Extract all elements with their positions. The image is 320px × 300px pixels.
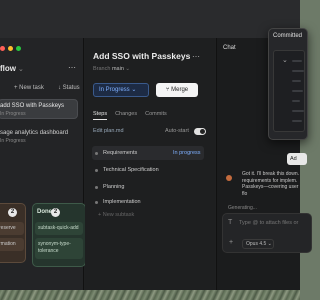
popover-title: Committed <box>273 33 303 39</box>
new-subtask-button[interactable]: + New subtask <box>98 212 134 218</box>
column-count-badge: 2 <box>8 208 17 217</box>
commit-line <box>292 90 303 92</box>
commit-line <box>292 70 304 72</box>
window-controls <box>0 46 21 51</box>
column-count-badge: 2 <box>51 208 60 217</box>
plan-step[interactable]: Planning <box>103 184 124 190</box>
auto-start-label: Auto-start <box>165 128 189 134</box>
tab-changes[interactable]: Changes <box>115 111 137 120</box>
status-label: In Progress <box>99 87 130 93</box>
commit-line <box>292 100 300 102</box>
chevron-down-icon[interactable]: ⌄ <box>282 56 288 64</box>
edit-plan-link[interactable]: Edit plan.md <box>93 128 124 134</box>
status-dropdown-button[interactable]: In Progress ⌄ <box>93 83 149 97</box>
commit-line <box>292 60 302 62</box>
step-dot-icon <box>95 152 98 155</box>
task-title: add SSO with Passkeys <box>0 103 65 109</box>
workspace-title[interactable]: flow <box>0 64 16 73</box>
kanban-card[interactable]: subtask-quick-add <box>35 222 83 235</box>
close-window-dot[interactable] <box>0 46 5 51</box>
more-options-icon[interactable]: ⋯ <box>192 52 200 61</box>
step-status: In progress <box>173 150 201 156</box>
plan-step[interactable]: Requirements <box>103 150 137 156</box>
task-status: In Progress <box>0 111 26 117</box>
more-options-icon[interactable]: ⋯ <box>68 63 76 72</box>
model-selector[interactable]: Opus 4.5 ⌄ <box>242 239 274 249</box>
kanban-card[interactable]: reserve <box>0 222 24 235</box>
task-detail-pane <box>85 38 215 290</box>
column-title: Done <box>37 209 52 215</box>
add-attachment-icon[interactable]: + <box>229 239 233 246</box>
plan-step[interactable]: Implementation <box>103 199 141 205</box>
chevron-down-icon[interactable]: ⌄ <box>18 65 24 73</box>
branch-label: Branch <box>93 66 111 72</box>
merge-button[interactable]: ⑂ Merge <box>156 83 198 97</box>
kanban-card[interactable]: synonym-type-tolerance <box>35 238 83 259</box>
task-title[interactable]: sage analytics dashboard <box>0 130 68 136</box>
step-dot-icon <box>95 201 98 204</box>
tab-steps[interactable]: Steps <box>93 111 108 120</box>
status-filter-button[interactable]: ↓ Status <box>58 85 80 91</box>
generating-status: Generating... <box>228 205 257 211</box>
merge-label: Merge <box>171 87 189 93</box>
tab-commits[interactable]: Commits <box>145 111 167 120</box>
task-status: In Progress <box>0 138 26 144</box>
new-task-button[interactable]: + New task <box>14 85 44 91</box>
branch-value: main <box>111 66 124 72</box>
tab-bar: Steps Changes Commits <box>93 111 167 120</box>
assistant-message: Got it. I'll break this down. requiremen… <box>242 171 300 197</box>
user-message-bubble: Ad <box>287 153 307 165</box>
chevron-down-icon: ⌄ <box>125 66 131 72</box>
auto-start-toggle[interactable] <box>194 128 206 135</box>
commit-line <box>292 110 304 112</box>
commit-line <box>292 120 302 122</box>
kanban-card[interactable]: rmation <box>0 238 24 251</box>
text-format-icon[interactable]: T <box>228 219 232 226</box>
chat-input-placeholder[interactable]: Type @ to attach files or <box>239 220 298 226</box>
step-dot-icon <box>95 186 98 189</box>
assistant-avatar-icon <box>226 175 232 181</box>
plan-step[interactable]: Technical Specification <box>103 167 159 173</box>
step-dot-icon <box>95 169 98 172</box>
chevron-down-icon: ⌄ <box>131 87 137 93</box>
chat-title: Chat <box>223 45 236 51</box>
page-title: Add SSO with Passkeys <box>93 51 191 61</box>
commit-line <box>292 80 301 82</box>
minimize-window-dot[interactable] <box>8 46 13 51</box>
zoom-window-dot[interactable] <box>16 46 21 51</box>
branch-selector[interactable]: Branch main ⌄ <box>93 66 130 72</box>
